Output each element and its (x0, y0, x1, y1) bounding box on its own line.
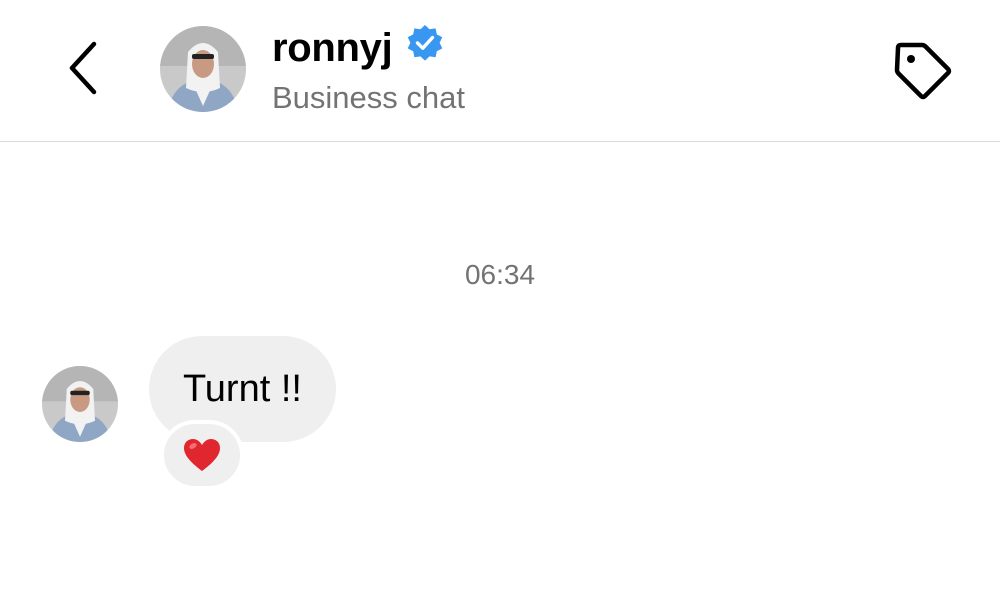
message-timestamp: 06:34 (464, 259, 536, 290)
username: ronnyj (272, 26, 393, 70)
verified-badge-icon (405, 23, 445, 68)
chat-subtitle: Business chat (272, 80, 465, 115)
tag-button[interactable] (890, 38, 956, 104)
chat-header: ronnyj Business chat (0, 0, 1000, 142)
message-text: Turnt !! (183, 368, 302, 410)
sender-avatar[interactable] (42, 366, 118, 442)
profile-avatar[interactable] (160, 26, 246, 112)
back-button[interactable] (56, 36, 112, 100)
chevron-left-icon (69, 41, 97, 95)
tag-icon (894, 42, 952, 100)
heart-icon (184, 439, 220, 471)
chat-title: ronnyj (272, 22, 445, 74)
heart-reaction[interactable] (160, 420, 244, 490)
